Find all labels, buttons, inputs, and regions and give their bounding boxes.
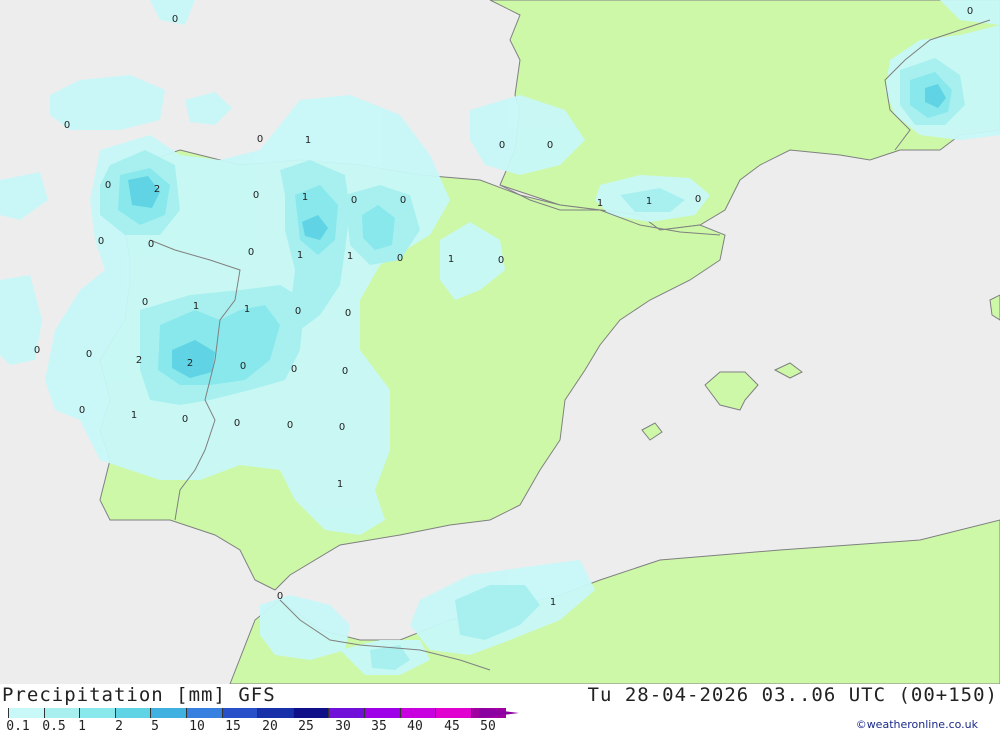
scale-swatch <box>257 708 293 718</box>
map-value-label: 0 <box>253 190 259 201</box>
map-value-label: 0 <box>400 195 406 206</box>
map-value-label: 1 <box>244 304 250 315</box>
map-value-label: 0 <box>499 140 505 151</box>
color-scale-ticks: 0.1 0.5 1 2 5 10 15 20 25 30 35 40 45 50 <box>0 719 520 734</box>
map-value-label: 0 <box>182 414 188 425</box>
map-value-label: 0 <box>287 420 293 431</box>
map-value-label: 0 <box>234 418 240 429</box>
scale-tick-label: 30 <box>335 719 351 734</box>
map-value-label: 0 <box>342 366 348 377</box>
map-value-label: 2 <box>154 184 160 195</box>
scale-swatch <box>328 708 364 718</box>
map-value-label: 0 <box>498 255 504 266</box>
scale-tick-label: 35 <box>371 719 387 734</box>
map-value-label: 1 <box>347 251 353 262</box>
map-value-label: 0 <box>277 591 283 602</box>
map-value-label: 0 <box>98 236 104 247</box>
map-timestamp: Tu 28-04-2026 03..06 UTC (00+150) <box>587 684 998 706</box>
map-value-label: 0 <box>79 405 85 416</box>
credit-link[interactable]: ©weatheronline.co.uk <box>856 718 978 731</box>
scale-tick-label: 50 <box>480 719 496 734</box>
color-scale <box>8 708 507 718</box>
scale-swatch <box>43 708 80 718</box>
scale-tick-label: 45 <box>444 719 460 734</box>
map-value-label: 0 <box>248 247 254 258</box>
scale-swatch <box>363 708 400 718</box>
map-value-label: 0 <box>295 306 301 317</box>
map-value-label: 1 <box>550 597 556 608</box>
map-title: Precipitation [mm] GFS <box>2 684 276 706</box>
scale-tick-label: 25 <box>298 719 314 734</box>
scale-swatch <box>221 708 258 718</box>
scale-tick-label: 5 <box>151 719 159 734</box>
scale-tick-label: 1 <box>78 719 86 734</box>
map-value-label: 0 <box>240 361 246 372</box>
map-value-label: 0 <box>967 6 973 17</box>
scale-tick-label: 0.5 <box>42 719 66 734</box>
map-value-label: 2 <box>136 355 142 366</box>
map-value-label: 0 <box>291 364 297 375</box>
map-value-label: 0 <box>172 14 178 25</box>
map-value-label: 1 <box>302 192 308 203</box>
map-value-label: 0 <box>142 297 148 308</box>
precipitation-map: 0 0 0 1 0 0 0 2 0 0 0 1 1 0 0 1 0 0 0 1 1 1 0 0 0 1 1 0 0 0 2 2 0 0 0 0 0 1 0 0… <box>0 0 1000 685</box>
map-value-label: 0 <box>345 308 351 319</box>
map-value-label: 1 <box>448 254 454 265</box>
map-value-label: 1 <box>597 198 603 209</box>
map-value-label: 1 <box>337 479 343 490</box>
map-value-label: 0 <box>148 239 154 250</box>
map-value-label: 0 <box>257 134 263 145</box>
legend-bar: Precipitation [mm] GFS Tu 28-04-2026 03.… <box>0 684 1000 734</box>
scale-tick-label: 40 <box>407 719 423 734</box>
map-value-label: 0 <box>64 120 70 131</box>
map-value-label: 0 <box>339 422 345 433</box>
map-value-label: 0 <box>397 253 403 264</box>
map-value-label: 0 <box>86 349 92 360</box>
scale-tick-label: 10 <box>189 719 205 734</box>
scale-tick-label: 0.1 <box>6 719 30 734</box>
scale-swatch <box>399 708 436 718</box>
scale-tick-label: 20 <box>262 719 278 734</box>
map-value-label: 1 <box>305 135 311 146</box>
scale-swatch <box>435 708 471 718</box>
scale-swatch <box>185 708 222 718</box>
scale-swatch <box>79 708 115 718</box>
map-value-label: 1 <box>193 301 199 312</box>
map-value-label: 0 <box>34 345 40 356</box>
map-value-label: 1 <box>297 250 303 261</box>
map-value-label: 0 <box>351 195 357 206</box>
map-value-label: 0 <box>105 180 111 191</box>
map-value-label: 1 <box>646 196 652 207</box>
scale-tick-label: 2 <box>115 719 123 734</box>
scale-swatch <box>114 708 151 718</box>
color-scale-arrow <box>479 708 519 718</box>
scale-swatch <box>150 708 186 718</box>
map-value-label: 2 <box>187 358 193 369</box>
scale-swatch <box>292 708 329 718</box>
map-value-label: 0 <box>547 140 553 151</box>
scale-swatch <box>8 708 44 718</box>
map-value-label: 0 <box>695 194 701 205</box>
scale-tick-label: 15 <box>225 719 241 734</box>
map-value-label: 1 <box>131 410 137 421</box>
